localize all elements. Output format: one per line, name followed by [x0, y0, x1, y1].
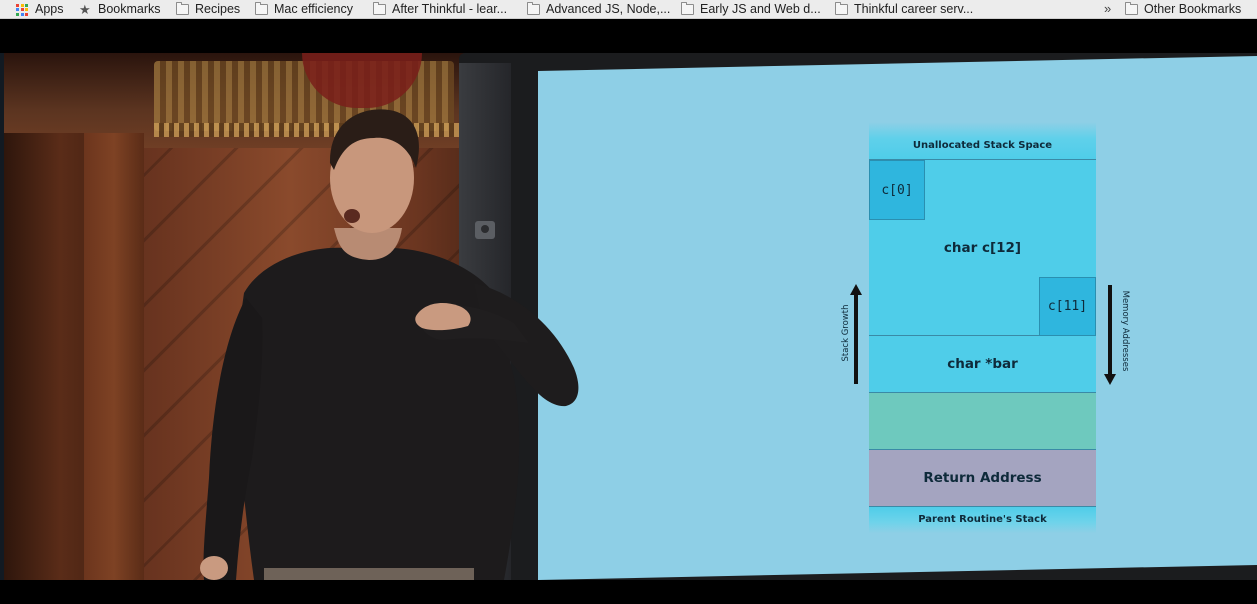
bookmarks-overflow-button[interactable]: » — [1104, 0, 1111, 18]
folder-icon — [835, 1, 848, 15]
other-bookmarks-label: Other Bookmarks — [1144, 2, 1242, 16]
bookmark-label: Early JS and Web d... — [700, 2, 821, 16]
folder-icon — [681, 1, 694, 15]
wood-pillar-highlight — [84, 133, 144, 580]
folder-icon — [255, 1, 268, 15]
bookmark-advanced-js[interactable]: Advanced JS, Node,... — [527, 0, 670, 18]
bookmark-recipes[interactable]: Recipes — [176, 0, 240, 18]
bookmarks-bar: Apps ★ Bookmarks Recipes Mac efficiency … — [0, 0, 1257, 19]
video-letterbox-top — [0, 19, 1257, 53]
other-bookmarks-button[interactable]: Other Bookmarks — [1125, 0, 1241, 18]
array-element-c11: c[11] — [1039, 277, 1096, 336]
presenter-figure — [200, 109, 579, 580]
char-pointer-cell: char *bar — [869, 336, 1096, 393]
bookmark-apps[interactable]: Apps — [16, 0, 64, 18]
bookmark-bookmarks[interactable]: ★ Bookmarks — [79, 0, 161, 18]
empty-stack-cell — [869, 393, 1096, 450]
bookmark-thinkful-career[interactable]: Thinkful career serv... — [835, 0, 973, 18]
bookmark-early-js[interactable]: Early JS and Web d... — [681, 0, 821, 18]
stack-diagram: Unallocated Stack Space char c[12] c[0] … — [869, 122, 1096, 533]
bookmark-mac-efficiency[interactable]: Mac efficiency — [255, 0, 353, 18]
memory-addresses-label: Memory Addresses — [1120, 290, 1130, 372]
folder-icon — [527, 1, 540, 15]
video-letterbox-bottom — [0, 580, 1257, 604]
bookmark-after-thinkful[interactable]: After Thinkful - lear... — [373, 0, 507, 18]
parent-stack-cell: Parent Routine's Stack — [869, 507, 1096, 533]
bookmark-label: Recipes — [195, 2, 241, 16]
bookmark-label: After Thinkful - lear... — [392, 2, 508, 16]
array-element-c0: c[0] — [869, 160, 925, 220]
stack-growth-label: Stack Growth — [841, 304, 851, 362]
folder-icon — [1125, 1, 1138, 15]
apps-grid-icon — [16, 3, 29, 16]
folder-icon — [176, 1, 189, 15]
star-icon: ★ — [79, 1, 91, 17]
stack-growth-arrow-icon — [850, 284, 862, 384]
return-address-cell: Return Address — [869, 450, 1096, 507]
bookmark-label: Mac efficiency — [274, 2, 353, 16]
bookmark-label: Bookmarks — [98, 2, 161, 16]
bookmark-label: Apps — [35, 2, 64, 16]
bookmark-label: Thinkful career serv... — [854, 2, 974, 16]
bookmark-label: Advanced JS, Node,... — [546, 2, 671, 16]
folder-icon — [373, 1, 386, 15]
memory-addresses-arrow-icon — [1104, 285, 1116, 385]
unallocated-stack-space-cell: Unallocated Stack Space — [869, 122, 1096, 160]
